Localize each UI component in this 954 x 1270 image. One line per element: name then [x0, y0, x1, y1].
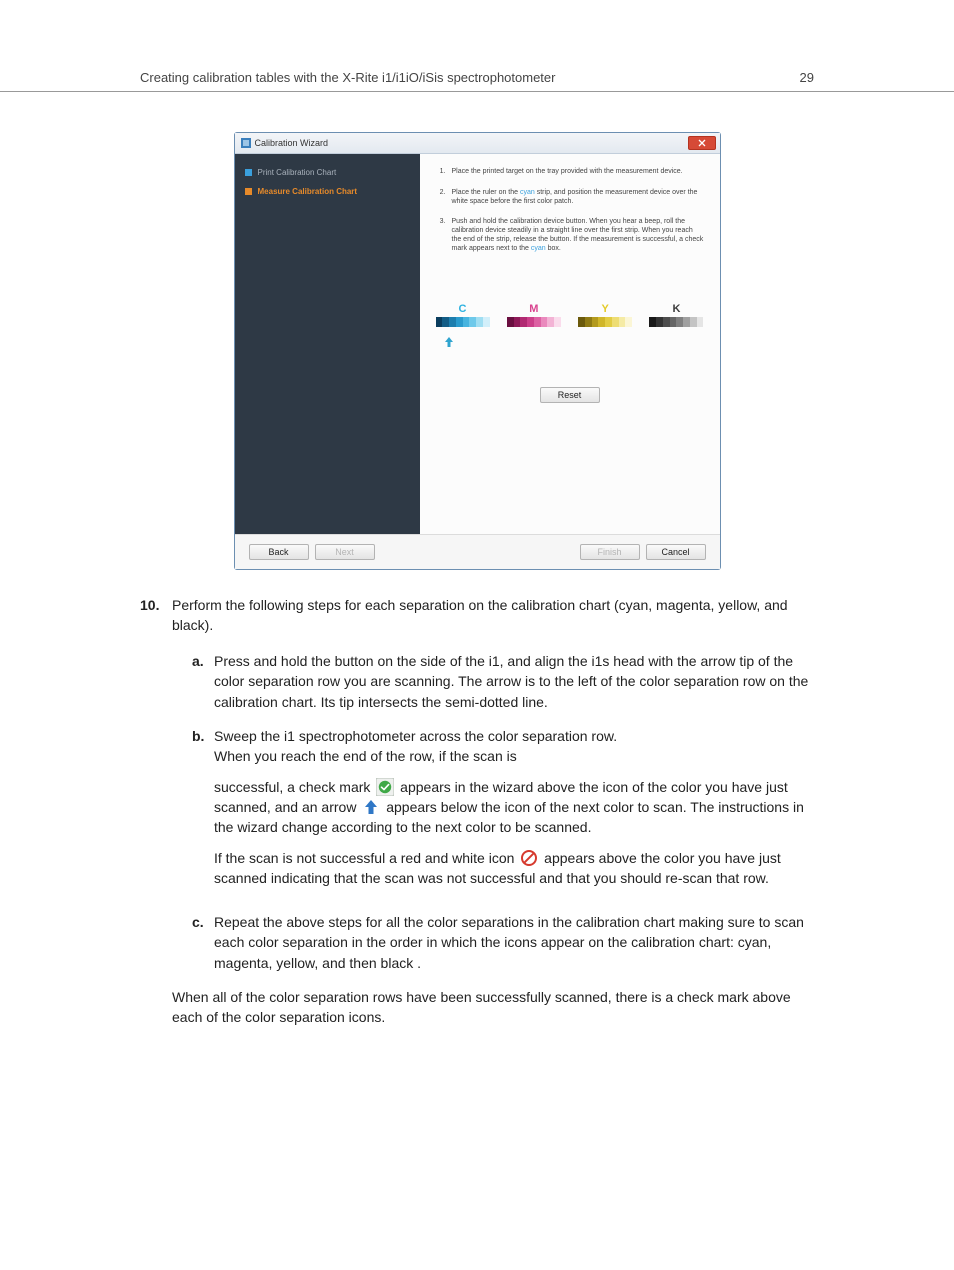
window-title: Calibration Wizard [255, 138, 688, 148]
strip-cyan: C [436, 303, 490, 327]
strip-bar [436, 317, 490, 327]
prohibited-icon [520, 849, 538, 867]
instruction-number: 3. [436, 218, 446, 253]
strip-letter: K [649, 303, 703, 315]
instruction-text: Place the printed target on the tray pro… [452, 168, 683, 177]
sidebar-item-label: Print Calibration Chart [258, 168, 337, 177]
strip-yellow: Y [578, 303, 632, 327]
strip-bar [649, 317, 703, 327]
substep-text: Sweep the i1 spectrophotometer across th… [214, 728, 617, 744]
finish-button[interactable]: Finish [580, 544, 640, 560]
close-icon [698, 139, 706, 147]
substep-text: If the scan is not successful a red and … [214, 850, 514, 866]
calibration-wizard-window: Calibration Wizard Print Calibration Cha… [234, 132, 721, 570]
step-text: Perform the following steps for each sep… [172, 596, 814, 635]
color-strip-row: C M Y [436, 303, 704, 327]
strip-letter: Y [578, 303, 632, 315]
close-button[interactable] [688, 136, 716, 150]
substep-b: b. Sweep the i1 spectrophotometer across… [192, 726, 814, 898]
wizard-main-panel: 1. Place the printed target on the tray … [420, 154, 720, 534]
substep-text: When you reach the end of the row, if th… [214, 748, 517, 764]
substep-text: Press and hold the button on the side of… [214, 651, 814, 712]
check-mark-icon [376, 778, 394, 796]
instruction-list: 1. Place the printed target on the tray … [436, 168, 704, 265]
substep-text: Repeat the above steps for all the color… [214, 912, 814, 973]
step-number: 10. [140, 596, 172, 1042]
sidebar-item-measure-chart[interactable]: Measure Calibration Chart [245, 187, 410, 196]
instruction-text: Place the ruler on the cyan strip, and p… [452, 189, 704, 207]
substep-label: b. [192, 726, 214, 898]
page-number: 29 [800, 70, 814, 85]
step-marker-icon [245, 188, 252, 195]
arrow-up-icon [362, 798, 380, 816]
reset-button[interactable]: Reset [540, 387, 600, 403]
strip-letter: M [507, 303, 561, 315]
page-header-title: Creating calibration tables with the X-R… [140, 70, 555, 85]
substep-label: c. [192, 912, 214, 973]
wizard-footer: Back Next Finish Cancel [235, 534, 720, 569]
instruction-item: 1. Place the printed target on the tray … [436, 168, 704, 177]
strip-bar [507, 317, 561, 327]
instruction-number: 2. [436, 189, 446, 207]
strip-letter: C [436, 303, 490, 315]
next-button[interactable]: Next [315, 544, 375, 560]
substep-text: successful, a check mark [214, 779, 370, 795]
step-10: 10. Perform the following steps for each… [140, 596, 814, 1042]
back-button[interactable]: Back [249, 544, 309, 560]
strip-black: K [649, 303, 703, 327]
substep-c: c. Repeat the above steps for all the co… [192, 912, 814, 973]
cancel-button[interactable]: Cancel [646, 544, 706, 560]
app-icon [241, 138, 251, 148]
instruction-number: 1. [436, 168, 446, 177]
strip-magenta: M [507, 303, 561, 327]
titlebar: Calibration Wizard [235, 133, 720, 154]
current-strip-arrow-icon [444, 337, 704, 349]
final-paragraph: When all of the color separation rows ha… [172, 987, 814, 1028]
strip-bar [578, 317, 632, 327]
sidebar-item-label: Measure Calibration Chart [258, 187, 358, 196]
substep-a: a. Press and hold the button on the side… [192, 651, 814, 712]
wizard-sidebar: Print Calibration Chart Measure Calibrat… [235, 154, 420, 534]
sidebar-item-print-chart[interactable]: Print Calibration Chart [245, 168, 410, 177]
instruction-item: 3. Push and hold the calibration device … [436, 218, 704, 253]
instruction-item: 2. Place the ruler on the cyan strip, an… [436, 189, 704, 207]
step-marker-icon [245, 169, 252, 176]
substep-label: a. [192, 651, 214, 712]
instruction-text: Push and hold the calibration device but… [452, 218, 704, 253]
